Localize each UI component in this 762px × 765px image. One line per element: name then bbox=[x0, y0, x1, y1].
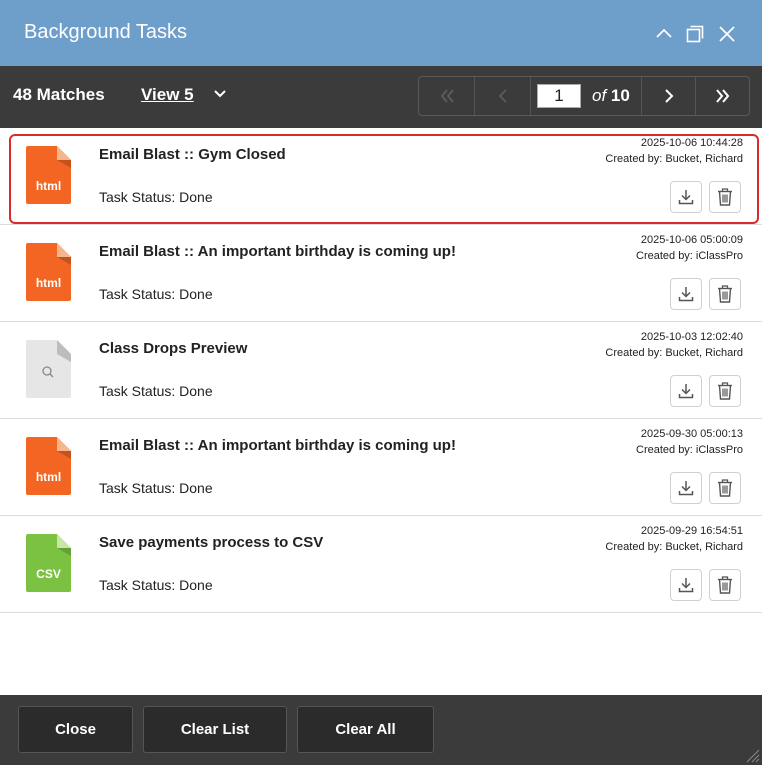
of-label: of bbox=[592, 86, 607, 105]
window-title: Background Tasks bbox=[24, 21, 188, 43]
download-button[interactable] bbox=[670, 569, 702, 601]
file-icon-holder: html bbox=[26, 146, 71, 204]
pagination: of 10 bbox=[418, 76, 750, 116]
download-button[interactable] bbox=[670, 278, 702, 310]
clear-list-button[interactable]: Clear List bbox=[143, 706, 287, 753]
double-chevron-right-icon bbox=[715, 89, 729, 103]
delete-button[interactable] bbox=[709, 181, 741, 213]
task-creator: Created by: Bucket, Richard bbox=[605, 153, 743, 165]
previous-page-button[interactable] bbox=[475, 77, 531, 115]
file-type-label: CSV bbox=[36, 567, 61, 581]
html-file-icon: html bbox=[26, 146, 71, 204]
file-type-label: html bbox=[36, 276, 61, 290]
task-row[interactable]: html Email Blast :: An important birthda… bbox=[0, 225, 762, 322]
download-icon bbox=[678, 578, 694, 593]
task-creator: Created by: Bucket, Richard bbox=[605, 541, 743, 553]
task-list: html Email Blast :: Gym Closed Task Stat… bbox=[0, 128, 762, 613]
match-count: 48 Matches bbox=[13, 85, 105, 104]
maximize-icon[interactable] bbox=[685, 24, 705, 44]
results-toolbar: 48 Matches View 5 of 10 bbox=[0, 66, 762, 128]
task-row[interactable]: Class Drops Preview Task Status: Done 20… bbox=[0, 322, 762, 419]
task-date: 2025-10-06 05:00:09 bbox=[640, 234, 743, 246]
collapse-icon[interactable] bbox=[654, 24, 674, 44]
csv-file-icon: CSV bbox=[26, 534, 71, 592]
file-type-label: html bbox=[36, 470, 61, 484]
task-title: Save payments process to CSV bbox=[99, 534, 324, 551]
task-status: Task Status: Done bbox=[99, 577, 213, 593]
download-icon bbox=[678, 384, 694, 399]
task-creator: Created by: iClassPro bbox=[636, 250, 743, 262]
html-file-icon: html bbox=[26, 243, 71, 301]
resize-grip-icon[interactable] bbox=[744, 747, 760, 763]
total-pages: 10 bbox=[610, 86, 630, 105]
task-status: Task Status: Done bbox=[99, 480, 213, 496]
file-icon-holder bbox=[26, 340, 71, 398]
task-title: Email Blast :: An important birthday is … bbox=[99, 243, 456, 260]
task-creator: Created by: Bucket, Richard bbox=[605, 347, 743, 359]
trash-icon bbox=[718, 479, 732, 497]
file-icon-holder: CSV bbox=[26, 534, 71, 592]
task-date: 2025-10-03 12:02:40 bbox=[640, 331, 743, 343]
double-chevron-left-icon bbox=[440, 89, 454, 103]
delete-button[interactable] bbox=[709, 375, 741, 407]
file-type-label: html bbox=[36, 179, 61, 193]
window-titlebar: Background Tasks bbox=[0, 0, 762, 66]
download-icon bbox=[678, 287, 694, 302]
task-status: Task Status: Done bbox=[99, 189, 213, 205]
dialog-footer: Close Clear List Clear All bbox=[0, 695, 762, 765]
chevron-right-icon bbox=[664, 89, 673, 103]
close-icon[interactable] bbox=[717, 24, 737, 44]
trash-icon bbox=[718, 382, 732, 400]
task-creator: Created by: iClassPro bbox=[636, 444, 743, 456]
next-page-button[interactable] bbox=[641, 77, 696, 115]
download-button[interactable] bbox=[670, 375, 702, 407]
html-file-icon: html bbox=[26, 437, 71, 495]
file-icon-holder: html bbox=[26, 243, 71, 301]
task-title: Email Blast :: Gym Closed bbox=[99, 146, 286, 163]
file-icon-holder: html bbox=[26, 437, 71, 495]
delete-button[interactable] bbox=[709, 569, 741, 601]
chevron-left-icon bbox=[498, 89, 507, 103]
delete-button[interactable] bbox=[709, 472, 741, 504]
page-total-label: of 10 bbox=[592, 86, 630, 106]
clear-all-button[interactable]: Clear All bbox=[297, 706, 434, 753]
task-title: Class Drops Preview bbox=[99, 340, 248, 357]
first-page-button[interactable] bbox=[419, 77, 475, 115]
task-date: 2025-09-29 16:54:51 bbox=[640, 525, 743, 537]
download-button[interactable] bbox=[670, 181, 702, 213]
preview-file-icon bbox=[26, 340, 71, 398]
task-status: Task Status: Done bbox=[99, 286, 213, 302]
task-status: Task Status: Done bbox=[99, 383, 213, 399]
task-row[interactable]: CSV Save payments process to CSV Task St… bbox=[0, 516, 762, 613]
download-icon bbox=[678, 481, 694, 496]
download-button[interactable] bbox=[670, 472, 702, 504]
trash-icon bbox=[718, 576, 732, 594]
trash-icon bbox=[718, 285, 732, 303]
chevron-down-icon[interactable] bbox=[212, 86, 228, 102]
last-page-button[interactable] bbox=[696, 77, 749, 115]
download-icon bbox=[678, 190, 694, 205]
task-title: Email Blast :: An important birthday is … bbox=[99, 437, 456, 454]
trash-icon bbox=[718, 188, 732, 206]
task-date: 2025-10-06 10:44:28 bbox=[640, 137, 743, 149]
task-row[interactable]: html Email Blast :: Gym Closed Task Stat… bbox=[0, 128, 762, 225]
task-date: 2025-09-30 05:00:13 bbox=[640, 428, 743, 440]
view-selector[interactable]: View 5 bbox=[141, 85, 194, 105]
delete-button[interactable] bbox=[709, 278, 741, 310]
page-number-input[interactable] bbox=[537, 84, 581, 108]
task-row[interactable]: html Email Blast :: An important birthda… bbox=[0, 419, 762, 516]
close-button[interactable]: Close bbox=[18, 706, 133, 753]
